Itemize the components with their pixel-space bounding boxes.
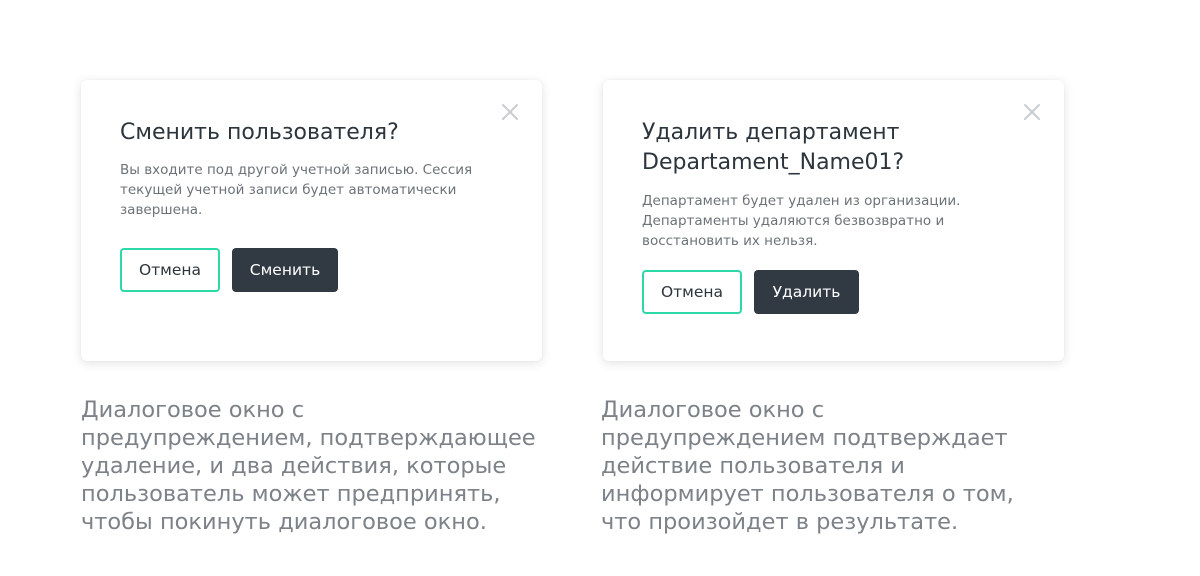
dialog-actions: Отмена Удалить [642, 270, 859, 314]
dialog-title: Удалить департамент Departament_Name01? [642, 120, 905, 175]
close-icon[interactable] [1022, 102, 1042, 122]
delete-department-dialog: Удалить департамент Departament_Name01? … [603, 80, 1064, 361]
switch-button[interactable]: Сменить [232, 248, 338, 292]
dialog-message: Департамент будет удален из организации.… [642, 193, 961, 249]
cancel-button[interactable]: Отмена [120, 248, 220, 292]
dialog-title: Сменить пользователя? [120, 120, 399, 145]
dialog-actions: Отмена Сменить [120, 248, 338, 292]
cancel-button[interactable]: Отмена [642, 270, 742, 314]
dialog-caption: Диалоговое окно с предупреждением, подтв… [81, 397, 536, 535]
close-icon[interactable] [500, 102, 520, 122]
delete-button[interactable]: Удалить [754, 270, 859, 314]
switch-user-dialog: Сменить пользователя? Вы входите под дру… [81, 80, 542, 361]
dialog-message: Вы входите под другой учетной записью. С… [120, 162, 473, 218]
dialog-caption: Диалоговое окно с предупреждением подтве… [601, 397, 1014, 535]
